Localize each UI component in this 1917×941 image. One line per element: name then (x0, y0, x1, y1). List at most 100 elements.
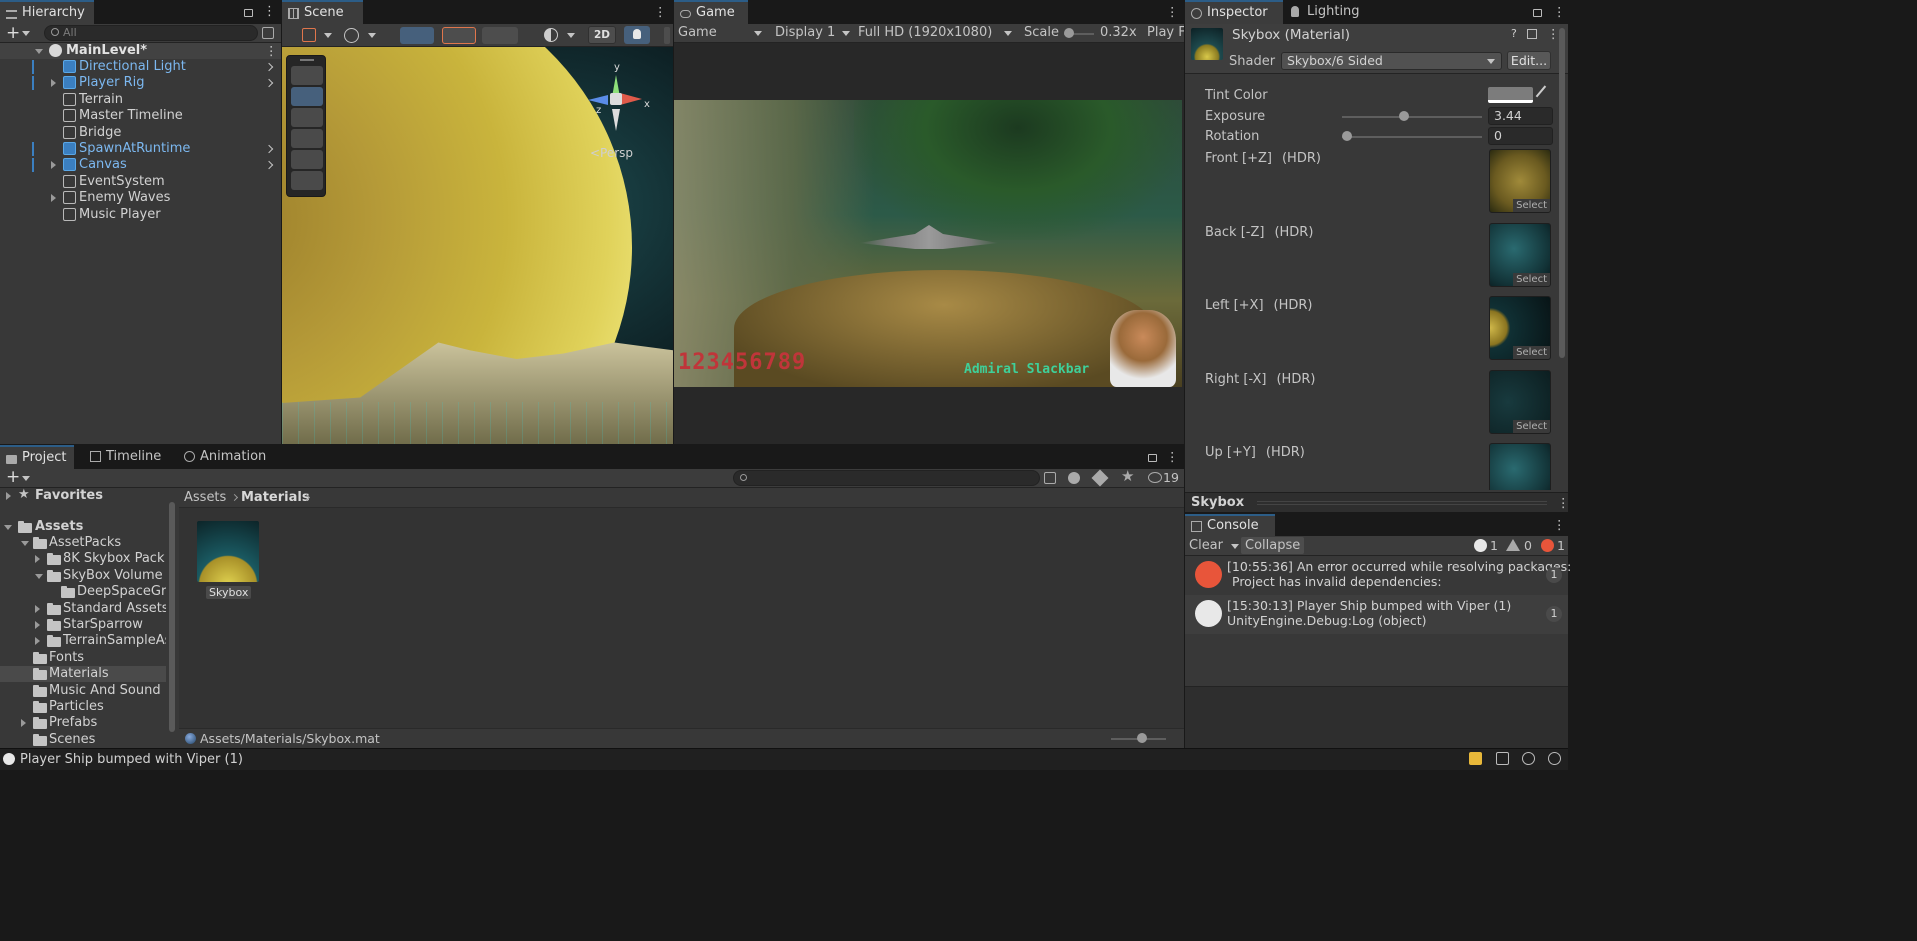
expand-arrow-icon[interactable] (21, 719, 26, 728)
tab-console[interactable]: Console (1185, 514, 1275, 536)
resolution-select[interactable]: Full HD (1920x1080) (858, 25, 992, 41)
folder-tree-item[interactable]: DeepSpaceGre (0, 584, 166, 600)
orientation-gizmo[interactable]: y x z (582, 62, 652, 137)
tab-hierarchy[interactable]: Hierarchy (0, 0, 94, 24)
expand-arrow-icon[interactable] (4, 525, 12, 530)
scene-menu-icon[interactable]: ⋮ (265, 43, 278, 59)
expand-arrow-icon[interactable] (35, 573, 43, 579)
play-focused-select[interactable]: Play F (1147, 25, 1184, 41)
expand-arrow-icon[interactable] (51, 161, 56, 170)
auto-generate-lighting-icon[interactable] (1548, 752, 1561, 765)
console-entry[interactable]: [15:30:13] Player Ship bumped with Viper… (1185, 595, 1568, 634)
texture-select-button[interactable]: Select (1513, 272, 1550, 286)
draw-mode-icon[interactable] (302, 28, 316, 42)
expand-arrow-icon[interactable] (35, 637, 40, 646)
dropdown-icon[interactable] (324, 33, 332, 38)
folder-tree-item[interactable]: Standard Assets (0, 601, 166, 617)
tab-lighting[interactable]: Lighting (1285, 0, 1371, 24)
gizmo-tools-icon[interactable] (400, 27, 434, 44)
cache-server-icon[interactable] (1496, 752, 1509, 765)
folder-tree-item[interactable]: Materials (0, 666, 166, 683)
hierarchy-search-input[interactable]: All (44, 25, 258, 41)
console-menu-icon[interactable]: ⋮ (1553, 517, 1566, 532)
error-filter-icon[interactable] (1541, 539, 1554, 552)
dropdown-icon[interactable] (754, 31, 762, 36)
inspector-menu-icon[interactable]: ⋮ (1553, 4, 1566, 19)
rotate-tool-icon[interactable] (291, 108, 323, 127)
console-entry[interactable]: [10:55:36] An error occurred while resol… (1185, 556, 1571, 595)
texture-slot-thumbnail[interactable]: Select (1489, 369, 1551, 434)
exposure-slider-track[interactable] (1342, 116, 1482, 118)
scale-slider-knob[interactable] (1064, 28, 1074, 38)
texture-slot-thumbnail[interactable]: Select (1489, 296, 1551, 360)
hierarchy-item[interactable]: EventSystem (0, 174, 281, 190)
dropdown-icon[interactable] (368, 33, 376, 38)
add-icon[interactable]: + (6, 23, 20, 43)
scale-tool-icon[interactable] (291, 129, 323, 148)
chevron-right-icon[interactable] (264, 79, 274, 88)
project-search-input[interactable] (733, 470, 1040, 486)
expand-arrow-icon[interactable] (51, 194, 56, 203)
expand-arrow-icon[interactable] (21, 541, 29, 546)
tint-color-swatch[interactable] (1488, 87, 1533, 103)
dropdown-icon[interactable] (842, 31, 850, 36)
hierarchy-item[interactable]: Player Rig (0, 75, 281, 91)
chevron-right-icon[interactable] (264, 144, 274, 154)
texture-select-button[interactable]: Select (1513, 346, 1550, 359)
clear-options-dropdown-icon[interactable] (1231, 544, 1239, 549)
hierarchy-item[interactable]: Terrain (0, 92, 281, 108)
scene-menu-icon[interactable]: ⋮ (654, 4, 667, 19)
hierarchy-item[interactable]: Music Player (0, 207, 281, 223)
icon-size-slider-knob[interactable] (1137, 733, 1147, 743)
tab-scene[interactable]: Scene (282, 0, 363, 24)
preview-header[interactable]: Skybox ⋮ (1185, 492, 1570, 512)
game-menu-icon[interactable]: ⋮ (1166, 4, 1179, 19)
shading-mode-icon[interactable] (544, 28, 558, 42)
dropdown-icon[interactable] (567, 33, 575, 38)
preview-resize-handle[interactable] (1257, 501, 1547, 505)
folder-tree-item[interactable]: Fonts (0, 650, 166, 666)
hidden-packages-icon[interactable] (1148, 472, 1162, 483)
tab-timeline[interactable]: Timeline (84, 445, 168, 469)
project-menu-icon[interactable]: ⋮ (1166, 449, 1179, 464)
folder-tree-item[interactable]: TerrainSampleAs (0, 633, 166, 649)
game-viewport[interactable]: 123456789 Admiral Slackbar (674, 100, 1182, 387)
snap-icon[interactable] (442, 27, 476, 44)
hierarchy-item[interactable]: Directional Light (0, 59, 281, 75)
globe-icon[interactable] (344, 28, 359, 43)
rotation-field[interactable]: 0 (1488, 127, 1553, 145)
view-select[interactable]: Game (678, 25, 764, 41)
more-icon[interactable] (664, 27, 670, 44)
expand-arrow-icon[interactable] (35, 555, 40, 564)
scene-viewport[interactable]: y x z <Persp (282, 47, 673, 444)
perspective-label[interactable]: <Persp (590, 146, 633, 160)
texture-select-button[interactable]: Select (1513, 419, 1550, 433)
folder-tree-item[interactable]: Prefabs (0, 715, 166, 731)
display-select[interactable]: Display 1 (775, 25, 835, 41)
rotation-slider-track[interactable] (1342, 136, 1482, 138)
expand-arrow-icon[interactable] (6, 492, 11, 500)
asset-skybox[interactable]: Skybox (196, 520, 260, 600)
add-dropdown-icon[interactable] (22, 31, 30, 36)
folder-tree-item[interactable]: Scenes (0, 732, 166, 748)
tab-project[interactable]: Project (0, 445, 74, 469)
hierarchy-item[interactable]: Enemy Waves (0, 190, 281, 206)
tab-game[interactable]: Game (674, 0, 748, 24)
create-dropdown-icon[interactable] (22, 476, 30, 481)
hierarchy-item[interactable]: Canvas (0, 157, 281, 173)
rotation-slider-knob[interactable] (1342, 131, 1352, 141)
chevron-right-icon[interactable] (264, 161, 274, 170)
hierarchy-item[interactable]: Master Timeline (0, 108, 281, 124)
dropdown-icon[interactable] (1004, 31, 1012, 36)
expand-arrow-icon[interactable] (35, 621, 40, 629)
favorites-item[interactable]: Favorites (35, 488, 103, 504)
folder-tree-item[interactable]: SkyBox Volume 2 (0, 568, 166, 584)
preview-menu-icon[interactable]: ⋮ (1557, 495, 1570, 510)
assets-root-item[interactable]: Assets (35, 519, 83, 535)
folder-tree-item[interactable]: 8K Skybox Pack (0, 551, 166, 567)
progress-icon[interactable] (1469, 752, 1482, 765)
exposure-slider-knob[interactable] (1398, 111, 1409, 121)
shader-select[interactable]: Skybox/6 Sided (1281, 52, 1502, 70)
lock-icon[interactable] (244, 9, 253, 17)
scene-root-row[interactable]: MainLevel* ⋮ (0, 43, 281, 59)
